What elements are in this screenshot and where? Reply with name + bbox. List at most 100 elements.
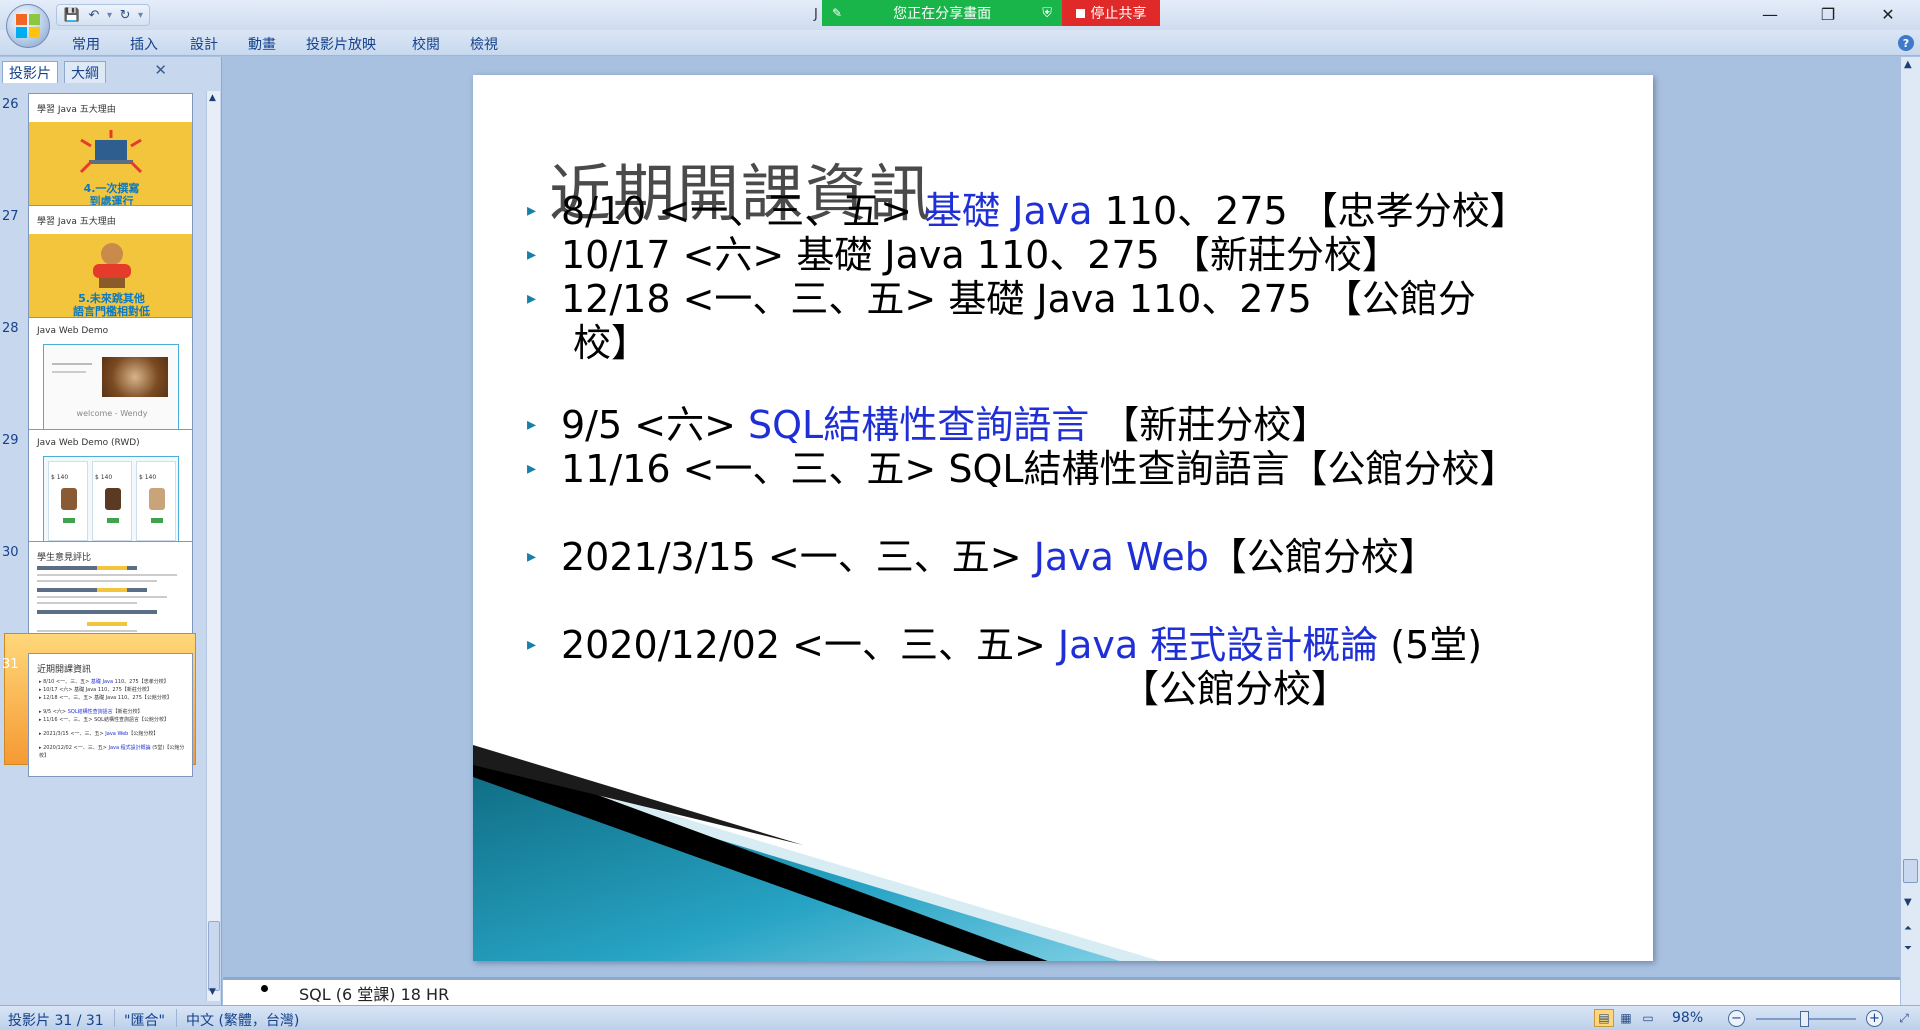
quick-access-toolbar: 💾 ↶ ▾ ↻ ▾ [56,4,151,26]
java-laptop-icon [79,130,143,174]
thumbnail-number: 26 [2,97,19,112]
notes-pane[interactable]: SQL (6 堂課) 18 HR [223,977,1900,1005]
bullet-text: 2020/12/02 <一、三、五> [561,623,1058,667]
undo-icon[interactable]: ↶ [85,6,103,24]
help-icon[interactable]: ? [1898,35,1914,51]
bullet-item[interactable]: ▸ 2020/12/02 <一、三、五> Java 程式設計概論 (5堂) [527,621,1482,669]
bullet-arrow-icon: ▸ [527,546,537,567]
normal-view-button[interactable]: ▤ [1594,1009,1614,1027]
tab-design[interactable]: 設計 [190,34,218,54]
bullet-arrow-icon: ▸ [527,288,537,309]
fit-to-window-button[interactable]: ⤢ [1894,1009,1914,1027]
bullet-text: 10/17 <六> 基礎 Java 110、275 【新莊分校】 [561,233,1400,277]
thumbnail-number: 31 [2,657,19,672]
thumbnail-caption: 5.未來跳其他 語言門檻相對低 [29,292,192,318]
slide-editor: 近期開課資訊 ▸ 8/10 <一、三、五> 基礎 Java 110、275 【忠孝… [223,57,1900,977]
status-bar: 投影片 31 / 31 "匯合" 中文 (繁體，台灣) ▤ ▦ ▭ 98% − … [0,1005,1920,1030]
language-indicator[interactable]: 中文 (繁體，台灣) [186,1010,299,1030]
tab-insert[interactable]: 插入 [130,34,158,54]
minimize-button[interactable]: — [1744,0,1796,28]
tab-slides[interactable]: 投影片 [2,61,58,83]
bullet-arrow-icon: ▸ [527,414,537,435]
panel-close-icon[interactable]: ✕ [154,61,167,79]
close-button[interactable]: ✕ [1862,0,1914,28]
bullet-text: 12/18 <一、三、五> 基礎 Java 110、275 【公館分 [561,277,1476,321]
bullet-text: 9/5 <六> [561,403,748,447]
thumbnail-number: 28 [2,321,19,336]
title-bar: 💾 ↶ ▾ ↻ ▾ J ✎ 您正在分享畫面 ⛨ 停止共享 — ❐ ✕ [0,0,1920,30]
bullet-item[interactable]: ▸ 10/17 <六> 基礎 Java 110、275 【新莊分校】 [527,231,1400,279]
next-slide-icon[interactable]: ⏷ [1904,943,1912,954]
slide-thumbnail-29[interactable]: Java Web Demo (RWD) $ 140 $ 140 $ 140 [28,429,193,553]
slide-scrollbar[interactable]: ▲ ▼ ⏶ ⏷ [1900,57,1920,1005]
tab-review[interactable]: 校閱 [412,34,440,54]
zoom-out-button[interactable]: − [1728,1010,1745,1027]
screen-share-bar: ✎ 您正在分享畫面 ⛨ 停止共享 [822,0,1160,26]
panel-scrollbar[interactable]: ▲ ▼ [206,91,220,1001]
redo-icon[interactable]: ↻ [116,6,134,24]
customize-qat-icon[interactable]: ▾ [138,10,143,21]
divider [176,1009,177,1027]
window-title: J [814,7,818,22]
slideshow-button[interactable]: ▭ [1638,1009,1658,1027]
slides-panel: 投影片 大綱 ✕ 26 學習 Java 五大理由 4.一次撰寫 到處運行 27 … [0,57,222,1005]
bullet-item[interactable]: ▸ 8/10 <一、三、五> 基礎 Java 110、275 【忠孝分校】 [527,187,1528,235]
tab-slideshow[interactable]: 投影片放映 [306,34,376,54]
product-card: $ 140 [92,461,132,541]
slide-thumbnail-28[interactable]: Java Web Demo welcome - Wendy [28,317,193,441]
slide-thumbnail-27[interactable]: 學習 Java 五大理由 5.未來跳其他 語言門檻相對低 [28,205,193,329]
character-icon [93,243,131,288]
tab-view[interactable]: 檢視 [470,34,498,54]
previous-slide-icon[interactable]: ⏶ [1904,923,1912,934]
scroll-down-icon[interactable]: ▼ [1904,897,1912,908]
scroll-up-icon[interactable]: ▲ [209,93,216,103]
thumbnail-title: 近期開課資訊 [37,665,92,675]
slide-thumbnail-26[interactable]: 學習 Java 五大理由 4.一次撰寫 到處運行 [28,93,193,217]
coffee-image [102,357,168,397]
drink-image [61,488,77,510]
course-name: 基礎 Java [924,189,1093,233]
save-icon[interactable]: 💾 [63,6,81,24]
slide-thumbnail-31[interactable]: 近期開課資訊 ▸ 8/10 <一、三、五> 基礎 Java 110、275【忠孝… [28,653,193,777]
office-button[interactable] [6,4,50,48]
zoom-in-button[interactable]: + [1866,1010,1883,1027]
bullet-item[interactable]: ▸ 2021/3/15 <一、三、五> Java Web【公館分校】 [527,533,1437,581]
restore-button[interactable]: ❐ [1802,0,1854,28]
product-price: $ 140 [139,474,157,481]
slide-sorter-button[interactable]: ▦ [1616,1009,1636,1027]
tab-outline[interactable]: 大綱 [64,61,106,83]
slide-decoration [473,745,1160,961]
divider [114,1009,115,1027]
bullet-text: 110、275 【忠孝分校】 [1092,189,1528,233]
slide-counter: 投影片 31 / 31 [8,1013,104,1029]
ribbon-tabs: 常用 插入 設計 動畫 投影片放映 校閱 檢視 ? [0,30,1920,56]
zoom-level[interactable]: 98% [1672,1010,1703,1026]
bullet-text: 8/10 <一、三、五> [561,189,925,233]
theme-name: "匯合" [124,1013,165,1029]
rwd-preview: $ 140 $ 140 $ 140 [43,456,179,546]
thumbnail-title: 學生意見評比 [37,553,92,563]
bullet-item[interactable]: ▸ 11/16 <一、三、五> SQL結構性查詢語言【公館分校】 [527,445,1518,493]
product-card: $ 140 [48,461,88,541]
bullet-continuation: 校】 [573,321,650,365]
pin-icon[interactable]: ✎ [832,6,842,20]
undo-dropdown-icon[interactable]: ▾ [107,10,112,21]
tab-home[interactable]: 常用 [72,34,100,54]
product-price: $ 140 [51,474,69,481]
tab-animations[interactable]: 動畫 [248,34,276,54]
mini-bullets: ▸ 8/10 <一、三、五> 基礎 Java 110、275【忠孝分校】 ▸ 1… [39,679,185,759]
panel-scroll-thumb[interactable] [208,921,220,991]
bullet-item[interactable]: ▸ 9/5 <六> SQL結構性查詢語言 【新莊分校】 [527,401,1329,449]
stop-icon [1075,8,1085,18]
notes-text[interactable]: SQL (6 堂課) 18 HR [299,981,449,1005]
stop-share-label: 停止共享 [1090,6,1147,22]
shield-icon: ⛨ [1042,5,1052,21]
slide-canvas[interactable]: 近期開課資訊 ▸ 8/10 <一、三、五> 基礎 Java 110、275 【忠孝… [473,75,1653,961]
slide-scroll-thumb[interactable] [1903,859,1918,883]
bullet-item[interactable]: ▸ 12/18 <一、三、五> 基礎 Java 110、275 【公館分 [527,275,1476,323]
stop-share-button[interactable]: 停止共享 [1062,0,1160,26]
scroll-down-icon[interactable]: ▼ [209,987,216,997]
scroll-up-icon[interactable]: ▲ [1904,59,1912,70]
zoom-slider-thumb[interactable] [1800,1011,1809,1027]
webpage-preview: welcome - Wendy [43,344,179,432]
